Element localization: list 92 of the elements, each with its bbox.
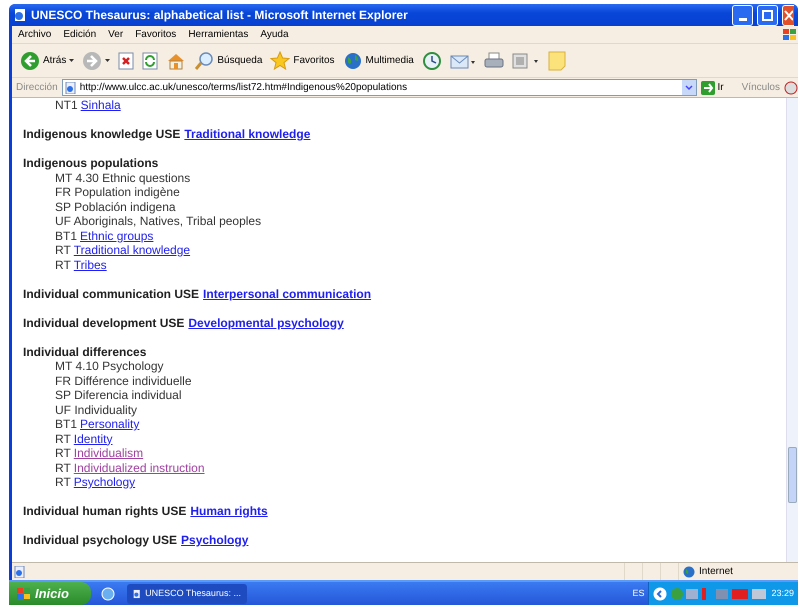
language-indicator[interactable]: ES <box>632 586 644 600</box>
arrow-right-icon <box>700 80 715 94</box>
toolbar-button[interactable] <box>422 50 442 70</box>
menu-item[interactable]: Ver <box>108 27 124 42</box>
relation-text: UF Individuality <box>55 402 138 417</box>
page-icon <box>13 8 27 22</box>
chevron-left-icon[interactable] <box>653 586 668 600</box>
stop-icon <box>118 52 134 70</box>
link[interactable]: Personality <box>80 417 140 432</box>
link[interactable]: Interpersonal communication <box>203 286 372 301</box>
taskbar-button[interactable]: UNESCO Thesaurus: ... <box>126 584 247 604</box>
dropdown-icon <box>69 59 74 62</box>
menu-item[interactable]: Favoritos <box>135 27 176 42</box>
toolbar-button[interactable]: Favoritos <box>270 50 335 70</box>
page-icon <box>14 566 26 578</box>
link[interactable]: Individualized instruction <box>74 460 205 475</box>
start-button[interactable]: Inicio <box>9 582 91 605</box>
go-button[interactable]: Ir <box>700 80 724 95</box>
browser-icon[interactable] <box>100 586 115 600</box>
window-title: UNESCO Thesaurus: alphabetical list - Microsoft Internet Explorer <box>31 7 409 24</box>
search-icon <box>194 50 214 70</box>
globe-icon <box>683 566 695 578</box>
note-icon <box>548 50 566 70</box>
toolbar-button[interactable]: Multimedia <box>342 50 414 70</box>
toolbar-button[interactable] <box>142 52 158 70</box>
maximize-icon <box>762 10 773 20</box>
scrollbar[interactable] <box>786 98 798 562</box>
toolbar-button[interactable]: Búsqueda <box>194 50 262 70</box>
page-icon <box>64 82 77 94</box>
star-icon <box>270 50 290 70</box>
relation-text: SP Población indigena <box>55 200 176 214</box>
term-heading: Indigenous knowledge USE <box>23 127 180 142</box>
minimize-button[interactable] <box>732 4 753 26</box>
refresh-icon <box>142 52 158 70</box>
link[interactable]: Human rights <box>190 504 268 518</box>
globe-icon <box>342 50 363 70</box>
relation-text: RT <box>55 432 71 446</box>
dropdown-icon[interactable] <box>682 80 696 95</box>
link[interactable]: Sinhala <box>80 98 121 112</box>
term-heading: Individual differences <box>23 344 146 359</box>
printer-icon <box>484 52 504 70</box>
relation-text: MT 4.10 Psychology <box>55 359 164 374</box>
relation-text: FR Population indigène <box>55 185 180 200</box>
term-heading: Individual communication USE <box>23 286 200 301</box>
menu-item[interactable]: Ayuda <box>260 27 289 42</box>
relation-text: RT <box>55 258 71 272</box>
term-heading: Indigenous populations <box>23 156 158 170</box>
link[interactable]: Traditional knowledge <box>184 127 310 142</box>
edit-icon <box>512 52 540 68</box>
link[interactable]: Psychology <box>74 475 136 490</box>
relation-text: UF Aboriginals, Natives, Tribal peoples <box>55 214 262 228</box>
windows-logo-icon <box>17 588 31 600</box>
toolbar-button[interactable]: Atrás <box>20 50 74 70</box>
term-heading: Individual psychology USE <box>23 533 178 548</box>
maximize-button[interactable] <box>757 4 778 26</box>
term-heading: Individual human rights USE <box>23 504 186 518</box>
minimize-icon <box>738 18 746 20</box>
house-icon <box>166 52 186 70</box>
link[interactable]: Traditional knowledge <box>74 243 190 258</box>
close-icon <box>783 10 793 20</box>
relation-text: MT 4.30 Ethnic questions <box>55 170 190 185</box>
address-label: Dirección <box>16 81 58 95</box>
toolbar-button[interactable] <box>118 52 134 70</box>
windows-logo-icon <box>782 28 798 42</box>
address-field[interactable]: http://www.ulcc.ac.uk/unesco/terms/list72.htm#Indigenous%20populations <box>62 79 697 96</box>
link[interactable]: Developmental psychology <box>188 316 344 330</box>
app-icon <box>784 80 798 94</box>
relation-text: RT <box>55 460 71 475</box>
term-heading: Individual development USE <box>23 316 184 330</box>
link[interactable]: Tribes <box>74 258 107 272</box>
menu-item[interactable]: Edición <box>63 27 96 42</box>
menu-item[interactable]: Herramientas <box>188 27 248 42</box>
relation-text: RT <box>55 446 71 460</box>
link[interactable]: Individualism <box>74 446 144 460</box>
relation-text: RT <box>55 475 71 490</box>
page-icon <box>132 588 142 600</box>
relation-text: FR Différence individuelle <box>55 374 192 388</box>
dropdown-icon <box>105 59 110 62</box>
clock-icon <box>422 50 442 70</box>
link[interactable]: Psychology <box>181 533 248 548</box>
relation-text: BT1 <box>55 417 78 432</box>
menu-item[interactable]: Archivo <box>18 27 52 42</box>
relation-text: SP Diferencia individual <box>55 388 182 402</box>
relation-text: NT1 <box>55 98 78 112</box>
toolbar-button[interactable] <box>484 52 504 70</box>
zone-label: Internet <box>699 565 733 579</box>
close-button[interactable] <box>782 4 794 26</box>
relation-text: RT <box>55 243 71 258</box>
link[interactable]: Identity <box>74 432 112 446</box>
link[interactable]: Ethnic groups <box>80 228 154 243</box>
clock: 23:29 <box>771 586 794 600</box>
relation-text: BT1 <box>55 228 78 243</box>
